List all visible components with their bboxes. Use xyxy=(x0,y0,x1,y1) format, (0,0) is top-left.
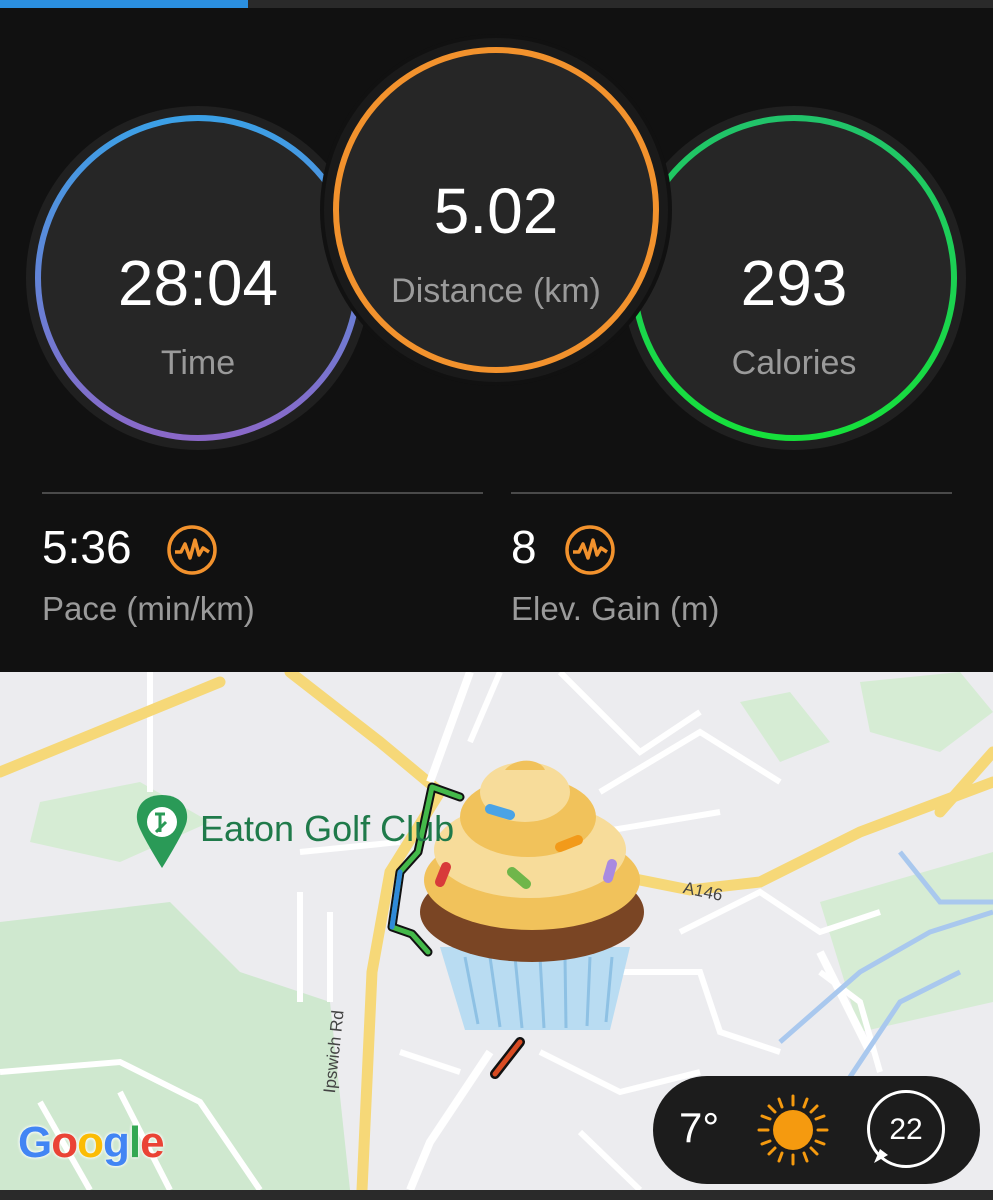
elevation-value: 8 xyxy=(511,521,537,573)
google-logo-letter: e xyxy=(140,1118,165,1167)
distance-ring: 5.02 Distance (km) xyxy=(320,34,672,386)
calories-label: Calories xyxy=(731,344,857,382)
activity-stats-panel: 28:04 Time 293 Calories 5.02 Distance (k… xyxy=(0,8,993,670)
google-logo-letter: l xyxy=(128,1118,141,1167)
pace-divider xyxy=(42,492,483,494)
google-logo-letter: G xyxy=(18,1118,52,1167)
time-ring: 28:04 Time xyxy=(26,106,370,450)
green-area xyxy=(860,672,993,752)
bottom-edge xyxy=(0,1190,993,1200)
time-value: 28:04 xyxy=(117,247,279,319)
elevation-divider xyxy=(511,492,952,494)
calories-ring: 293 Calories xyxy=(622,106,966,450)
wind-direction-arrow-icon xyxy=(874,1149,888,1163)
google-logo: Google xyxy=(18,1118,165,1168)
cupcake-sticker-icon xyxy=(420,760,644,1030)
pace-label: Pace (min/km) xyxy=(42,590,255,627)
elevation-activity-wave-icon[interactable] xyxy=(564,524,616,576)
pace-activity-wave-icon[interactable] xyxy=(166,524,218,576)
time-label: Time xyxy=(160,344,236,382)
sun-icon xyxy=(757,1094,829,1166)
progress-bar-fill xyxy=(0,0,249,8)
golf-club-label[interactable]: Eaton Golf Club xyxy=(200,808,454,850)
golf-club-pin[interactable] xyxy=(136,795,188,868)
google-logo-letter: g xyxy=(103,1118,130,1167)
wind-speed-dial: 22 xyxy=(867,1090,945,1168)
google-logo-letter: o xyxy=(77,1118,104,1167)
temperature-value: 7° xyxy=(679,1104,720,1151)
calories-value: 293 xyxy=(740,247,848,319)
distance-label: Distance (km) xyxy=(391,272,601,310)
google-logo-letter: o xyxy=(51,1118,78,1167)
green-area xyxy=(740,692,830,762)
pace-value: 5:36 xyxy=(42,521,132,573)
elevation-label: Elev. Gain (m) xyxy=(511,590,720,627)
wind-speed-value: 22 xyxy=(889,1113,923,1146)
activity-progress-bar xyxy=(0,0,993,8)
distance-value: 5.02 xyxy=(433,175,559,247)
weather-widget[interactable]: 7° 22 xyxy=(653,1076,980,1184)
